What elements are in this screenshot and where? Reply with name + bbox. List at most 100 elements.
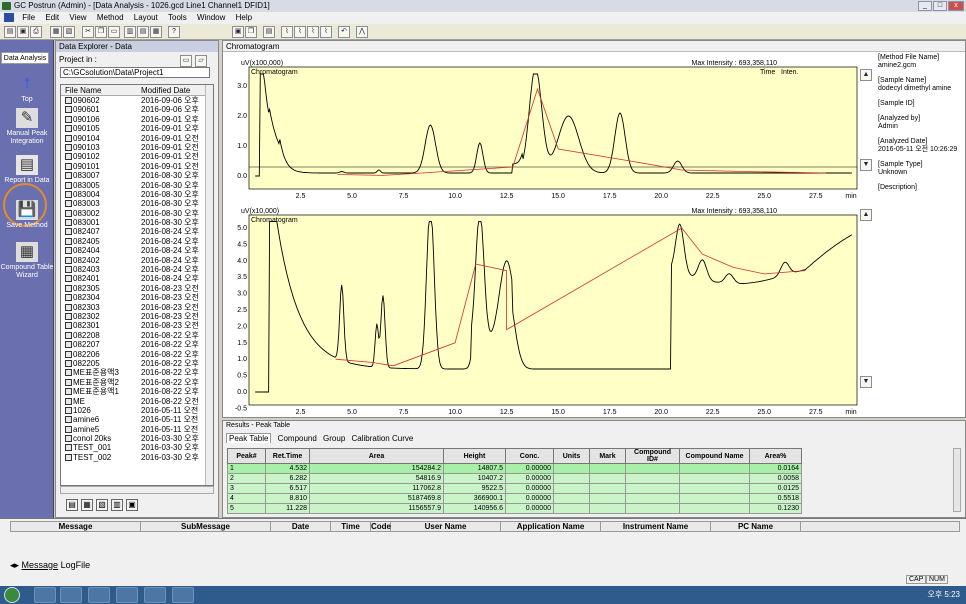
peak-col-header[interactable]: Conc. [505,448,554,464]
chart2-icon[interactable]: ⌇ [294,26,306,38]
bottom-scroll-up-icon[interactable]: ▲ [860,209,872,221]
file-row[interactable]: 082401 2016-08-24 오후 [61,274,213,283]
start-button-icon[interactable] [4,587,20,603]
message-col-header[interactable]: Code [371,522,391,531]
taskbar-app4-icon[interactable] [172,587,194,603]
tab-group[interactable]: Group [323,434,345,443]
file-row[interactable]: 083003 2016-08-30 오후 [61,199,213,208]
bottom-scroll-down-icon[interactable]: ▼ [860,376,872,388]
menu-method[interactable]: Method [93,12,128,24]
menu-layout[interactable]: Layout [130,12,162,24]
file-row[interactable]: 083004 2016-08-30 오후 [61,190,213,199]
explorer-btn-3-icon[interactable]: ▧ [96,499,108,511]
taskbar-explorer-icon[interactable] [60,587,82,603]
col-modified-date[interactable]: Modified Date [141,85,211,95]
file-row[interactable]: 090102 2016-09-01 오전 [61,152,213,161]
peak-icon[interactable]: ⋀ [356,26,368,38]
menu-tools[interactable]: Tools [164,12,191,24]
explorer-btn-4-icon[interactable]: ▥ [111,499,123,511]
file-row[interactable]: 090105 2016-09-01 오후 [61,124,213,133]
nav-report-in-data[interactable]: ▤ Report in Data [0,155,54,185]
top-scroll-down-icon[interactable]: ▼ [860,159,872,171]
open-icon[interactable]: ▤ [4,26,16,38]
file-row[interactable]: amine6 2016-05-11 오전 [61,415,213,424]
file-row[interactable]: 082407 2016-08-24 오후 [61,227,213,236]
file-row[interactable]: 090601 2016-09-06 오후 [61,105,213,114]
message-col-header[interactable]: Time [331,522,371,531]
report-icon[interactable]: ▧ [63,26,75,38]
explorer-btn-2-icon[interactable]: ▦ [81,499,93,511]
tab-logfile[interactable]: LogFile [61,560,91,570]
file-row[interactable]: 082206 2016-08-22 오후 [61,350,213,359]
peak-row[interactable]: 3 6.517 117062.8 9522.5 0.00000 0.0125 [227,483,802,494]
chromatogram-svg[interactable]: uV(x100,000) Max Intensity : 693,358,110… [223,52,867,418]
file-row[interactable]: ME 2016-08-22 오전 [61,397,213,406]
peak-col-header[interactable]: Peak# [227,448,266,464]
file-row[interactable]: 083001 2016-08-30 오후 [61,218,213,227]
file-row[interactable]: 082207 2016-08-22 오후 [61,340,213,349]
file-list-hscrollbar[interactable] [60,486,214,494]
layout2-icon[interactable]: ▤ [137,26,149,38]
peak-col-header[interactable]: Compound Name [679,448,750,464]
file-row[interactable]: 082301 2016-08-23 오전 [61,321,213,330]
nav-top[interactable]: 🠕 Top [0,74,54,104]
explorer-btn-5-icon[interactable]: ▣ [126,499,138,511]
file-row[interactable]: 090106 2016-09-01 오후 [61,115,213,124]
file-row[interactable]: 082302 2016-08-23 오전 [61,312,213,321]
message-col-header[interactable]: Message [11,522,141,531]
peak-col-header[interactable]: Height [443,448,506,464]
close-button[interactable]: x [948,1,964,11]
file-row[interactable]: 082405 2016-08-24 오후 [61,237,213,246]
file-row[interactable]: 082303 2016-08-23 오전 [61,303,213,312]
file-row[interactable]: 090104 2016-09-01 오전 [61,134,213,143]
file-row[interactable]: 1026 2016-05-11 오전 [61,406,213,415]
top-scroll-up-icon[interactable]: ▲ [860,69,872,81]
file-row[interactable]: TEST_001 2016-03-30 오후 [61,443,213,452]
taskbar-app3-icon[interactable] [144,587,166,603]
file-row[interactable]: 082402 2016-08-24 오후 [61,256,213,265]
layout1-icon[interactable]: ▥ [124,26,136,38]
peak-col-header[interactable]: Ret.Time [265,448,310,464]
peak-row[interactable]: 1 4.532 154284.2 14807.5 0.00000 0.0164 [227,463,802,474]
table-icon[interactable]: ▤ [263,26,275,38]
file-row[interactable]: 082404 2016-08-24 오후 [61,246,213,255]
file-row[interactable]: ME표준용액2 2016-08-22 오후 [61,378,213,387]
peak-col-header[interactable]: Mark [589,448,626,464]
message-col-header[interactable]: User Name [391,522,501,531]
menu-view[interactable]: View [65,12,90,24]
window-icon[interactable]: ▣ [232,26,244,38]
print-icon[interactable]: ⎙ [30,26,42,38]
file-row[interactable]: TEST_002 2016-03-30 오후 [61,453,213,462]
file-row[interactable]: 082403 2016-08-24 오후 [61,265,213,274]
taskbar-app2-icon[interactable] [116,587,138,603]
nav-save-method[interactable]: 💾 Save Method [0,200,54,230]
message-col-header[interactable]: Application Name [501,522,601,531]
menu-window[interactable]: Window [193,12,229,24]
copy-window-icon[interactable]: ❐ [245,26,257,38]
file-row[interactable]: ME표준용액3 2016-08-22 오후 [61,368,213,377]
taskbar-ie-icon[interactable] [34,587,56,603]
folder-icon[interactable]: ▭ [180,55,192,67]
taskbar-app1-icon[interactable] [88,587,110,603]
paste-icon[interactable]: ▭ [108,26,120,38]
peak-col-header[interactable]: Units [553,448,590,464]
col-file-name[interactable]: File Name [61,85,141,95]
message-col-header[interactable]: Date [271,522,331,531]
file-row[interactable]: ME표준용액1 2016-08-22 오후 [61,387,213,396]
cut-icon[interactable]: ✂ [82,26,94,38]
undo-icon[interactable]: ↶ [338,26,350,38]
file-row[interactable]: 082205 2016-08-22 오후 [61,359,213,368]
tab-calibration-curve[interactable]: Calibration Curve [352,434,414,443]
layout3-icon[interactable]: ▦ [150,26,162,38]
menu-help[interactable]: Help [232,12,256,24]
peak-table-scrollbar[interactable] [953,448,961,512]
file-row[interactable]: 083005 2016-08-30 오후 [61,181,213,190]
tab-data-analysis[interactable]: Data Analysis [1,52,49,64]
file-row[interactable]: 090101 2016-09-01 오전 [61,162,213,171]
folder-up-icon[interactable]: ▱ [195,55,207,67]
menu-file[interactable]: File [18,12,39,24]
file-row[interactable]: amine5 2016-05-11 오전 [61,425,213,434]
chart3-icon[interactable]: ⌇ [307,26,319,38]
peak-col-header[interactable]: Area [309,448,444,464]
message-col-header[interactable]: Instrument Name [601,522,711,531]
